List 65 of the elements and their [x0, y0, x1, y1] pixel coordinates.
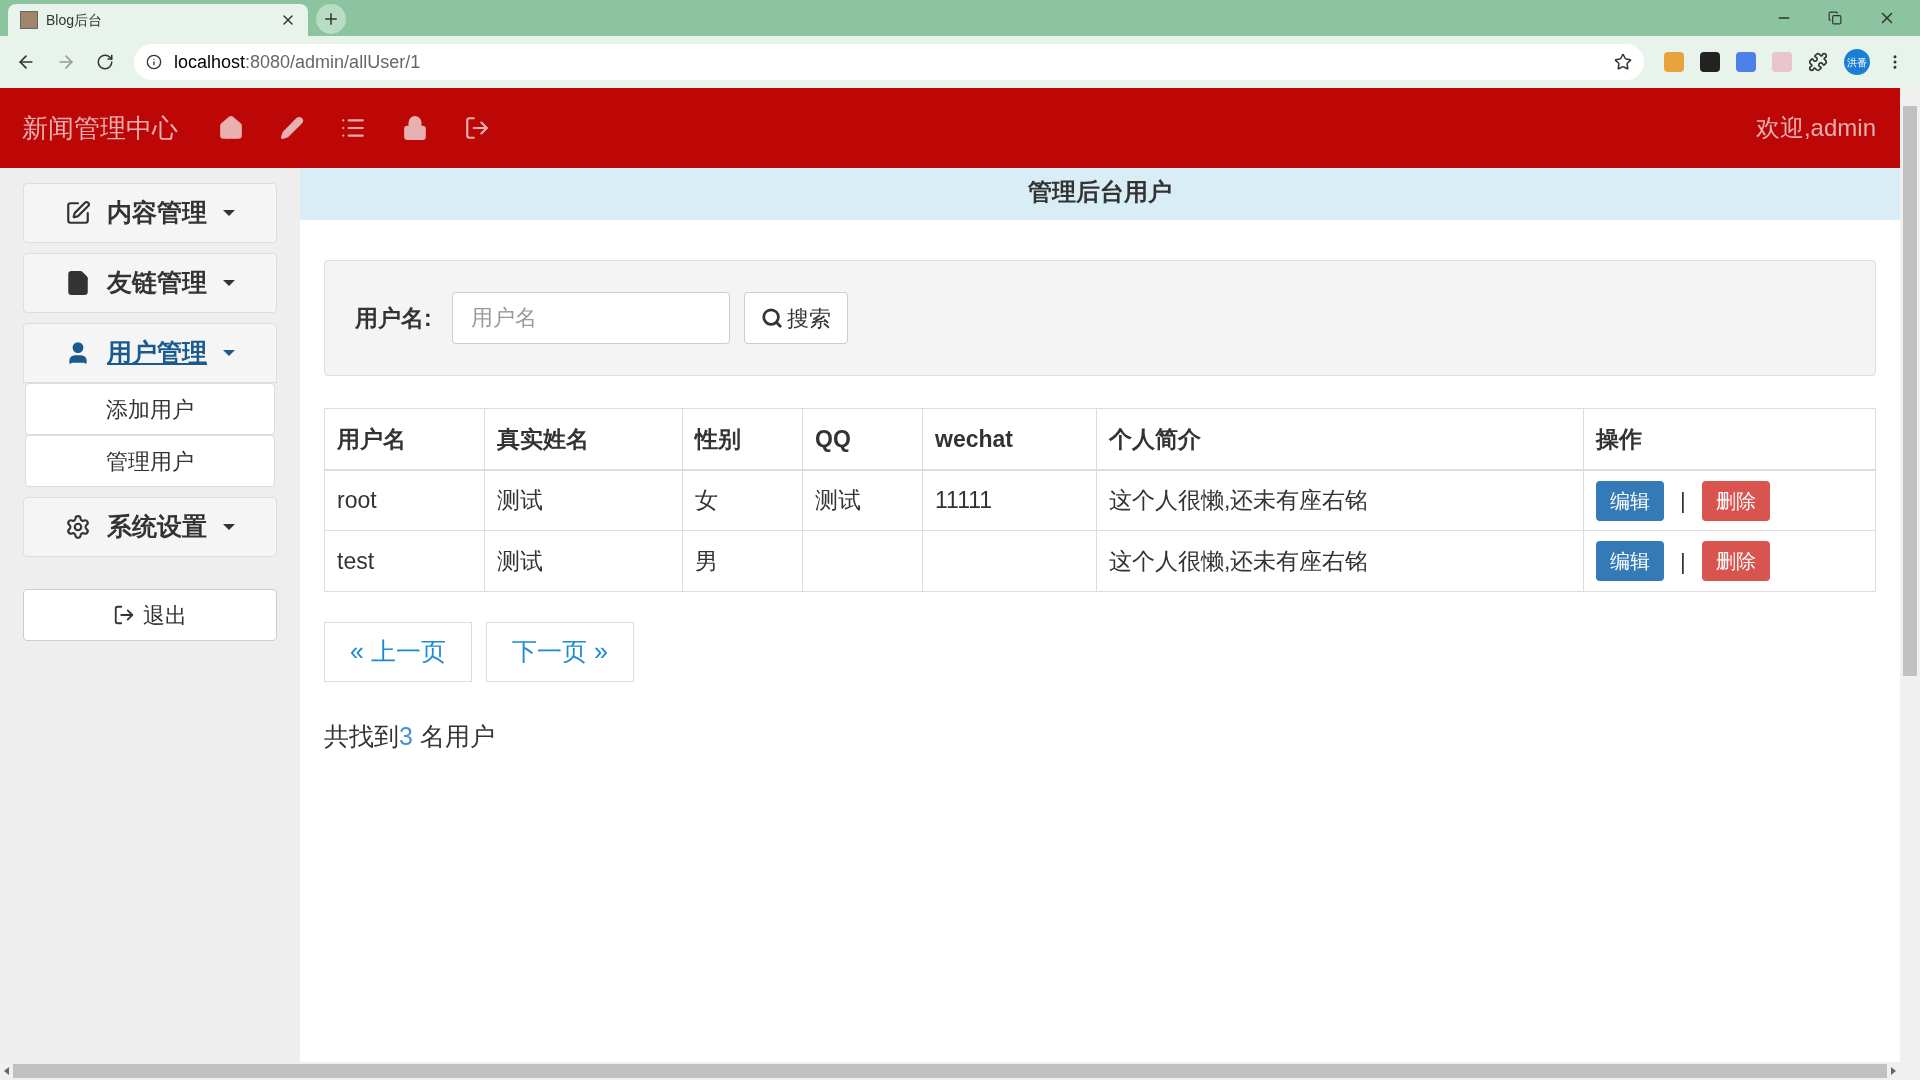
table-cell-text: 男: [695, 546, 718, 576]
username-input[interactable]: 用户名: [451, 292, 730, 344]
table-cell-text: 女: [695, 486, 718, 516]
welcome-text: 欢迎,admin: [1755, 113, 1876, 143]
column-header: QQ: [815, 424, 851, 454]
submenu-item[interactable]: 管理用户: [25, 435, 275, 487]
horizontal-scrollbar[interactable]: [0, 1062, 1900, 1080]
column-header: 操作: [1596, 424, 1642, 454]
table-cell-text: 测试: [815, 486, 861, 516]
column-header: 真实姓名: [497, 424, 589, 454]
caret-icon: [223, 350, 235, 356]
result-count-text: 共找到3 名用户: [324, 721, 495, 752]
previous-page-link[interactable]: « 上一页: [324, 622, 472, 682]
delete-button[interactable]: 删除: [1701, 541, 1770, 581]
column-header: 用户名: [337, 424, 406, 454]
home-icon[interactable]: [218, 115, 244, 141]
column-header: 个人简介: [1109, 424, 1201, 454]
bookmark-star-icon[interactable]: [1614, 53, 1632, 71]
table-cell-text: 测试: [497, 486, 543, 516]
sidebar-menu-button[interactable]: 内容管理: [23, 183, 277, 243]
table-cell-text: 这个人很懒,还未有座右铭: [1109, 486, 1369, 516]
new-tab-button[interactable]: [316, 4, 346, 34]
pencil-icon[interactable]: [280, 116, 304, 140]
sidebar-menu-button[interactable]: 系统设置: [23, 497, 277, 557]
profile-avatar[interactable]: 洪番: [1844, 49, 1870, 75]
caret-icon: [223, 524, 235, 530]
submenu-item[interactable]: 添加用户: [25, 383, 275, 435]
vertical-scrollbar[interactable]: [1900, 88, 1920, 1080]
plus-icon: [322, 10, 340, 28]
url-text: localhost:8080/admin/allUser/1: [174, 50, 422, 74]
column-header: 性别: [695, 424, 741, 454]
logout-icon: [113, 604, 135, 626]
restore-icon[interactable]: [1828, 11, 1842, 25]
brand-title[interactable]: 新闻管理中心: [22, 108, 178, 148]
page-title: 管理后台用户: [1028, 177, 1172, 207]
browser-tab[interactable]: Blog后台: [8, 4, 308, 36]
column-header: wechat: [935, 424, 1013, 454]
address-bar[interactable]: localhost:8080/admin/allUser/1: [134, 44, 1644, 80]
tab-title: Blog后台: [46, 10, 104, 30]
separator-text: |: [1680, 487, 1686, 515]
table-cell-text: test: [337, 546, 375, 576]
sidebar-menu-button[interactable]: 友链管理: [23, 253, 277, 313]
extension-icon[interactable]: [1700, 52, 1720, 72]
translate-icon[interactable]: [1736, 52, 1756, 72]
info-icon: [146, 54, 162, 70]
logout-icon[interactable]: [464, 115, 490, 141]
separator-text: |: [1680, 547, 1686, 576]
caret-icon: [223, 210, 235, 216]
search-button[interactable]: 搜索: [743, 292, 848, 344]
table-cell-text: 这个人很懒,还未有座右铭: [1109, 546, 1369, 576]
extensions-icon[interactable]: [1808, 52, 1828, 72]
reload-icon[interactable]: [96, 53, 114, 71]
table-cell-text: root: [337, 486, 377, 516]
search-label: 用户名:: [355, 303, 432, 333]
search-icon: [760, 307, 783, 329]
table-cell-text: 11111: [935, 486, 993, 516]
edit-button[interactable]: 编辑: [1596, 541, 1664, 581]
table-cell-text: 测试: [497, 546, 543, 576]
logout-button[interactable]: 退出: [23, 589, 277, 641]
lock-icon[interactable]: [402, 115, 428, 141]
delete-button[interactable]: 删除: [1701, 480, 1770, 521]
next-page-link[interactable]: 下一页 »: [486, 622, 634, 682]
caret-icon: [223, 280, 235, 286]
favicon-icon: [20, 11, 38, 29]
edit-button[interactable]: 编辑: [1596, 480, 1664, 521]
